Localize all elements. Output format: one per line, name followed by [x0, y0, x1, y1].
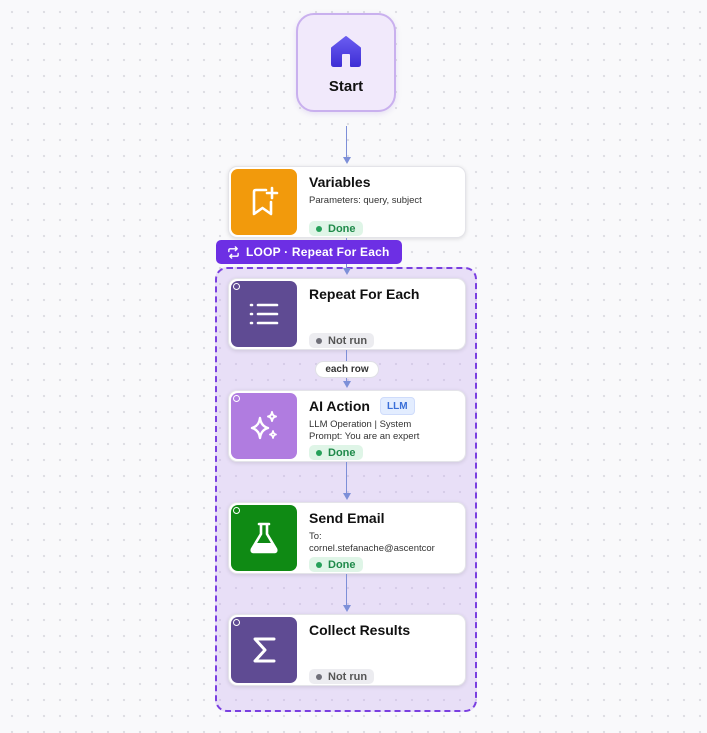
bookmark-plus-icon — [252, 186, 279, 216]
desc-line: Prompt: You are an expert — [309, 431, 420, 442]
connector-arrow — [342, 381, 351, 388]
node-title: Variables — [309, 174, 371, 190]
status-badge: Not run — [309, 669, 375, 684]
home-icon — [331, 36, 361, 67]
desc-line: LLM Operation | System — [309, 419, 412, 430]
llm-tag: LLM — [380, 397, 415, 415]
status-dot — [316, 673, 322, 680]
status-badge: Done — [309, 557, 363, 572]
status-dot — [316, 449, 322, 456]
status-badge: Done — [309, 221, 363, 236]
list-icon — [249, 303, 279, 325]
node-description: Parameters: query, subject — [309, 195, 422, 206]
connector-arrow — [342, 605, 351, 612]
loop-tab-label: LOOP · Repeat For Each — [246, 245, 390, 259]
status-text: Done — [328, 558, 356, 571]
node-title: AI Action — [309, 398, 370, 414]
loop-marker-icon — [233, 507, 240, 514]
connector-arrow — [342, 157, 351, 164]
status-text: Not run — [328, 334, 368, 347]
node-send-email[interactable]: Send Email To: cornel.stefanache@ascentc… — [228, 502, 466, 574]
status-text: Not run — [328, 670, 368, 683]
status-text: Done — [328, 222, 356, 235]
node-variables[interactable]: Variables Parameters: query, subject Don… — [228, 166, 466, 238]
node-description: To: cornel.stefanache@ascentcor — [309, 531, 459, 555]
connector-arrow — [342, 493, 351, 500]
start-label: Start — [328, 78, 364, 95]
start-node[interactable]: Start — [296, 13, 396, 112]
collect-icon-tile — [231, 617, 297, 683]
sparkles-icon — [250, 411, 277, 440]
variables-icon-tile — [231, 169, 297, 235]
node-title: Send Email — [309, 510, 385, 526]
node-description: LLM Operation | System Prompt: You are a… — [309, 419, 459, 443]
node-title: Repeat For Each — [309, 286, 420, 302]
connector-arrow — [342, 268, 351, 275]
node-ai-action[interactable]: AI Action LLM LLM Operation | System Pro… — [228, 390, 466, 462]
repeat-icon-tile — [231, 281, 297, 347]
repeat-icon — [228, 245, 239, 259]
loop-marker-icon — [233, 395, 240, 402]
status-dot — [316, 337, 322, 344]
desc-line: cornel.stefanache@ascentcor — [309, 543, 435, 554]
status-badge: Not run — [309, 333, 375, 348]
edge-label: each row — [315, 361, 379, 378]
sigma-icon — [253, 637, 276, 663]
connector-start-variables — [346, 126, 347, 158]
node-title: Collect Results — [309, 622, 411, 638]
loop-marker-icon — [233, 619, 240, 626]
desc-line: To: — [309, 531, 322, 542]
node-repeat-for-each[interactable]: Repeat For Each Not run — [228, 278, 466, 350]
connector-email-collect — [346, 574, 347, 606]
status-dot — [316, 225, 322, 232]
node-collect-results[interactable]: Collect Results Not run — [228, 614, 466, 686]
loop-marker-icon — [233, 283, 240, 290]
email-icon-tile — [231, 505, 297, 571]
connector-ai-email — [346, 462, 347, 494]
flask-icon — [250, 522, 278, 554]
ai-icon-tile — [231, 393, 297, 459]
status-badge: Done — [309, 445, 363, 460]
status-dot — [316, 561, 322, 568]
loop-tab[interactable]: LOOP · Repeat For Each — [216, 240, 402, 264]
status-text: Done — [328, 446, 356, 459]
